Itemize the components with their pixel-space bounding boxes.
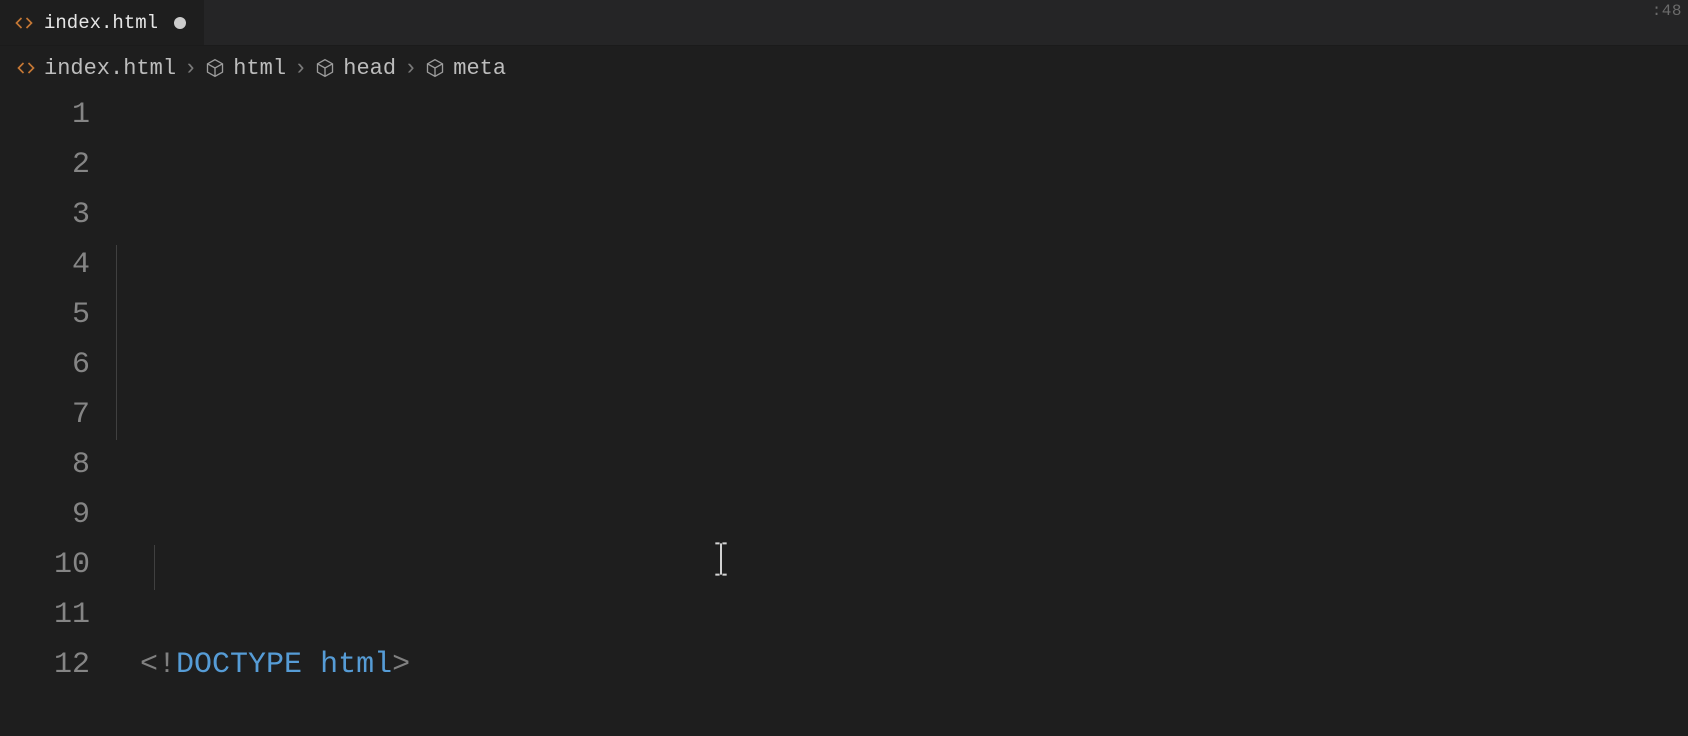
symbol-icon [315,58,335,78]
breadcrumb-html[interactable]: html [205,56,286,81]
line-number: 3 [0,190,90,240]
code-area[interactable]: <!DOCTYPE html> <html lang="en"> <head> … [112,90,1688,736]
tab-filename: index.html [44,12,158,34]
breadcrumb-label: meta [453,56,506,81]
line-number: 7 [0,390,90,440]
line-number: 4 [0,240,90,290]
symbol-icon [205,58,225,78]
line-number-gutter: 1 2 3 4 5 6 7 8 9 10 11 12 [0,90,112,736]
code-editor[interactable]: 1 2 3 4 5 6 7 8 9 10 11 12 <!DOCTYPE htm… [0,90,1688,736]
line-number: 8 [0,440,90,490]
line-number: 2 [0,140,90,190]
html-file-icon [14,13,34,33]
text-cursor-icon [596,492,731,643]
code-line[interactable]: <!DOCTYPE html> [140,640,1688,690]
indent-guide [116,245,117,440]
line-number: 6 [0,340,90,390]
breadcrumb-head[interactable]: head [315,56,396,81]
line-number: 1 [0,90,90,140]
line-number: 12 [0,640,90,690]
chevron-right-icon: › [182,56,199,81]
line-number: 5 [0,290,90,340]
chevron-right-icon: › [402,56,419,81]
unsaved-indicator-icon [174,17,186,29]
line-number: 9 [0,490,90,540]
line-number: 10 [0,540,90,590]
breadcrumb-label: head [343,56,396,81]
clock-fragment: :48 [1652,2,1682,20]
editor-tab-index-html[interactable]: index.html [0,0,205,45]
line-number: 11 [0,590,90,640]
breadcrumb-meta[interactable]: meta [425,56,506,81]
breadcrumb: index.html › html › head › meta [0,46,1688,90]
breadcrumb-file-label: index.html [44,56,176,81]
tab-bar: index.html :48 [0,0,1688,46]
symbol-icon [425,58,445,78]
breadcrumb-label: html [233,56,286,81]
indent-guide [154,545,155,590]
breadcrumb-file[interactable]: index.html [16,56,176,81]
chevron-right-icon: › [292,56,309,81]
